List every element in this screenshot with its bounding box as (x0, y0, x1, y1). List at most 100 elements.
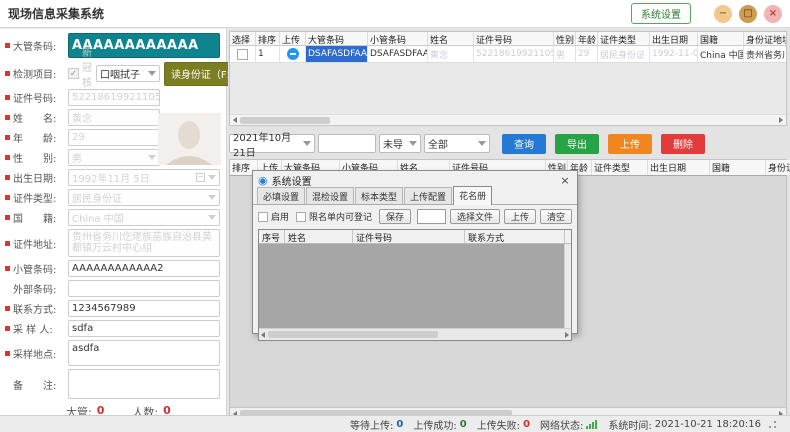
upload-button[interactable]: 上传 (608, 134, 652, 154)
cell-age: 29 (576, 46, 598, 62)
remark-input[interactable] (68, 369, 220, 399)
table-header-row: 选择 排序 上传 大管条码 小管条码 姓名 证件号码 性别 年龄 证件类型 出生… (230, 32, 787, 46)
enable-checkbox[interactable] (258, 212, 268, 222)
column-header[interactable]: 身份证地址 (766, 160, 790, 175)
column-header[interactable]: 国籍 (698, 32, 744, 45)
gear-icon: ◉ (258, 174, 268, 187)
field-test-item: 检测项目: ✓ 新冠核酸 口咽拭子 读身份证（F5） (4, 61, 220, 86)
column-header[interactable]: 出生日期 (648, 160, 710, 175)
age-input[interactable]: 29 (68, 129, 160, 146)
sample-place-input[interactable]: asdfa (68, 340, 220, 366)
roster-table: 序号 姓名 证件号码 联系方式 (258, 229, 572, 341)
column-header[interactable]: 姓名 (428, 32, 474, 45)
scroll-right-icon[interactable] (779, 117, 783, 123)
contact-input[interactable]: 1234567989 (68, 300, 220, 317)
chevron-down-icon (409, 141, 417, 146)
tab-roster[interactable]: 花名册 (453, 186, 492, 205)
horizontal-scrollbar[interactable] (230, 114, 786, 125)
upload-failed-count: 0 (523, 419, 530, 430)
gender-select[interactable]: 男 (68, 149, 160, 166)
column-header[interactable]: 小管条码 (368, 32, 428, 45)
column-header[interactable]: 证件类型 (592, 160, 648, 175)
clear-button[interactable]: 清空 (540, 209, 572, 224)
resize-grip[interactable] (769, 421, 776, 428)
delete-button[interactable]: 删除 (661, 134, 705, 154)
scrollbar-track[interactable] (240, 117, 776, 124)
choose-file-button[interactable]: 选择文件 (450, 209, 500, 224)
field-big-tube: 大管条码: AAAAAAAAAAAA (4, 33, 220, 58)
scroll-left-icon[interactable] (233, 117, 237, 123)
minimize-button[interactable]: − (714, 5, 732, 23)
file-path-input[interactable] (417, 209, 446, 224)
export-filter-value: 未导 (383, 136, 406, 151)
swab-type-select[interactable]: 口咽拭子 (96, 65, 160, 82)
scope-filter-select[interactable]: 全部 (424, 134, 490, 153)
close-button[interactable]: × (764, 5, 782, 23)
maximize-button[interactable]: □ (739, 5, 757, 23)
close-icon: × (769, 8, 777, 19)
column-header[interactable]: 大管条码 (306, 32, 368, 45)
column-header[interactable]: 身份证地址 (744, 32, 787, 45)
column-header[interactable]: 年龄 (576, 32, 598, 45)
tab-required-settings[interactable]: 必填设置 (257, 187, 305, 204)
column-header[interactable]: 选择 (230, 32, 256, 45)
query-button[interactable]: 查询 (502, 134, 546, 154)
system-time-value: 2021-10-21 18:20:16 (655, 419, 761, 430)
column-header[interactable]: 证件号码 (353, 230, 465, 243)
birth-date-picker[interactable]: 1992年11月 5日 (68, 169, 220, 186)
tab-upload-config[interactable]: 上传配置 (404, 187, 452, 204)
scope-filter-value: 全部 (428, 136, 475, 151)
scroll-left-icon[interactable] (261, 332, 265, 338)
column-header[interactable]: 联系方式 (465, 230, 565, 243)
small-tube-barcode-input[interactable]: AAAAAAAAAAAA2 (68, 260, 220, 277)
cert-type-select[interactable]: 居民身份证 (68, 189, 220, 206)
horizontal-scrollbar[interactable] (259, 328, 571, 340)
cell-big-tube[interactable]: DSAFASDFAAAS (306, 46, 368, 62)
roster-upload-button[interactable]: 上传 (504, 209, 536, 224)
restrict-to-list-checkbox[interactable] (296, 212, 306, 222)
tab-mixed-test-settings[interactable]: 混检设置 (306, 187, 354, 204)
vertical-scrollbar[interactable] (564, 244, 571, 328)
scrollbar-track[interactable] (268, 331, 562, 338)
table-row[interactable]: 1 DSAFASDFAAAS DSAFASDFAAAS1 黄念 52218619… (230, 46, 787, 63)
row-checkbox[interactable] (237, 49, 248, 60)
nationality-select[interactable]: China 中国 (68, 209, 220, 226)
system-settings-button[interactable]: 系统设置 (631, 3, 691, 24)
column-header[interactable]: 性别 (554, 32, 576, 45)
column-header[interactable]: 证件号码 (474, 32, 554, 45)
upload-failed-status: 上传失败: 0 (477, 417, 530, 432)
field-label: 大管条码: (13, 38, 68, 53)
column-header[interactable]: 序号 (259, 230, 285, 243)
field-contact: 联系方式: 1234567989 (4, 300, 220, 317)
scrollbar-thumb[interactable] (240, 117, 330, 124)
nationality-value: China 中国 (72, 210, 205, 225)
column-header[interactable]: 排序 (256, 32, 280, 45)
scroll-right-icon[interactable] (565, 332, 569, 338)
column-header[interactable]: 姓名 (285, 230, 353, 243)
dialog-close-button[interactable]: × (558, 174, 572, 187)
field-cert-type: 证件类型: 居民身份证 (4, 189, 220, 206)
column-header[interactable]: 上传 (280, 32, 306, 45)
person-portrait (158, 113, 221, 165)
date-select[interactable]: 2021年10月21日 (229, 134, 315, 153)
titlebar: 现场信息采集系统 系统设置 − □ × (0, 0, 790, 28)
field-cert-address: 证件地址: 贵州省务川仡佬族苗族自治县黄都镇万云村中心组 (4, 229, 220, 257)
cert-address-input[interactable]: 贵州省务川仡佬族苗族自治县黄都镇万云村中心组 (68, 229, 220, 257)
filter-toolbar: 2021年10月21日 未导 全部 查询 导出 上传 删除 (229, 133, 787, 154)
export-button[interactable]: 导出 (555, 134, 599, 154)
scrollbar-thumb[interactable] (268, 331, 438, 338)
name-input[interactable]: 黄念 (68, 109, 160, 126)
id-number-input[interactable]: 522186199211051531 (68, 89, 160, 106)
keyword-input[interactable] (318, 134, 376, 153)
external-barcode-input[interactable] (68, 280, 220, 297)
tab-specimen-type[interactable]: 标本类型 (355, 187, 403, 204)
export-filter-select[interactable]: 未导 (379, 134, 421, 153)
upload-success-status: 上传成功: 0 (413, 417, 466, 432)
column-header[interactable]: 证件类型 (598, 32, 650, 45)
column-header[interactable]: 出生日期 (650, 32, 698, 45)
sampler-input[interactable]: sdfa (68, 320, 220, 337)
covid-test-checkbox[interactable]: ✓ (68, 68, 79, 79)
column-header[interactable]: 国籍 (710, 160, 766, 175)
save-settings-button[interactable]: 保存 (379, 209, 411, 224)
collection-form-panel: 大管条码: AAAAAAAAAAAA 检测项目: ✓ 新冠核酸 口咽拭子 读身份… (0, 29, 227, 415)
